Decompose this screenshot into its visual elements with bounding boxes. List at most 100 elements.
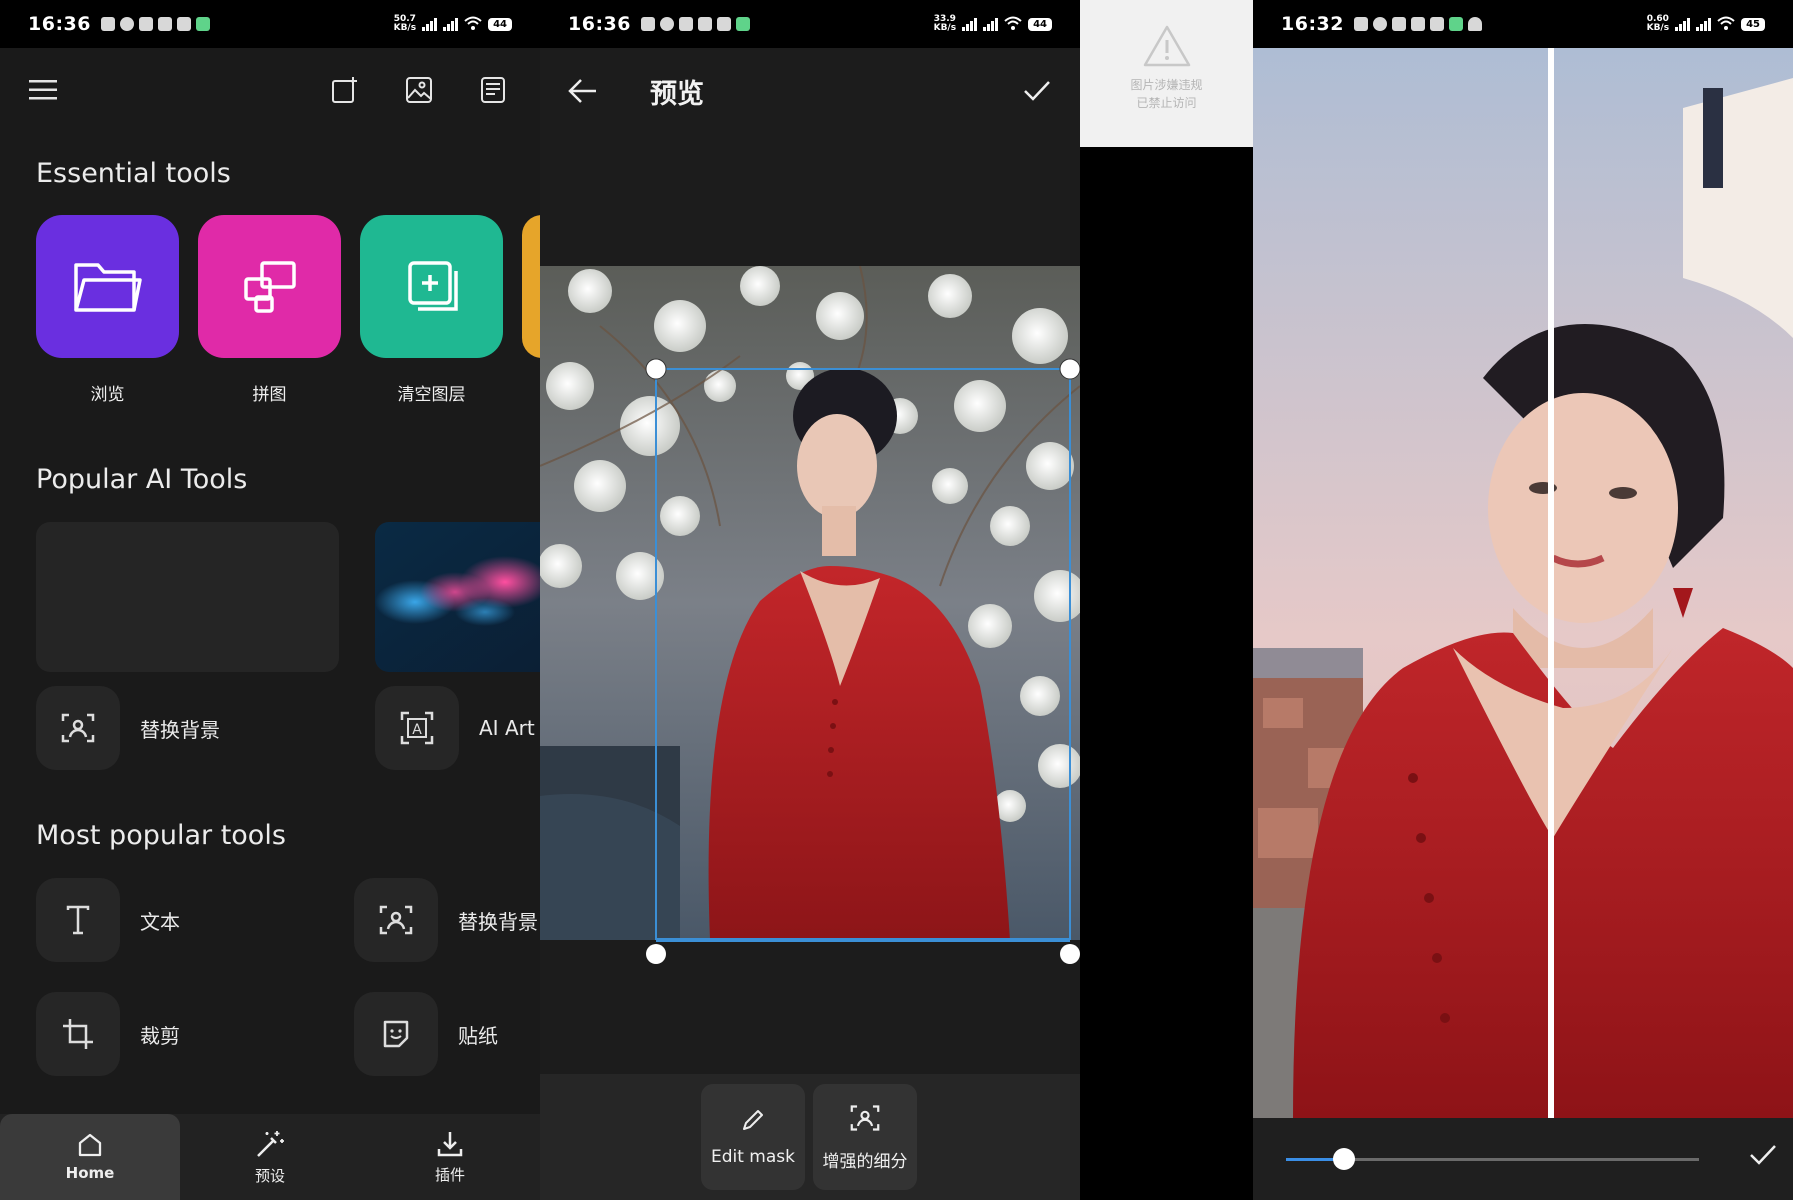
strength-slider-area: [1253, 1118, 1793, 1200]
enhanced-segmentation-button[interactable]: 增强的细分: [813, 1084, 917, 1190]
menu-icon[interactable]: [28, 75, 58, 105]
blocked-notice: 图片涉嫌违规 已禁止访问: [1080, 0, 1253, 147]
download-icon: [437, 1131, 463, 1156]
preview-toolbar: 预览: [540, 48, 1080, 134]
compare-image[interactable]: [1253, 48, 1793, 1118]
edit-mask-button[interactable]: Edit mask: [701, 1084, 805, 1190]
tile-label: 拼图: [252, 385, 287, 405]
button-label: Edit mask: [710, 1147, 795, 1167]
nav-presets[interactable]: 预设: [180, 1114, 360, 1200]
confirm-check-icon[interactable]: [1022, 76, 1052, 106]
pill-label: 替换背景: [458, 909, 538, 934]
ai-art-icon[interactable]: A: [375, 686, 459, 770]
tool-partial[interactable]: [522, 215, 540, 405]
home-icon: [78, 1133, 102, 1157]
nav-home[interactable]: Home: [0, 1114, 180, 1200]
tool-clear-layers[interactable]: 清空图层: [360, 215, 503, 405]
pill-label: 替换背景: [140, 717, 220, 742]
bottom-nav: Home 预设 插件: [0, 1114, 540, 1200]
new-canvas-icon[interactable]: [330, 75, 360, 105]
status-time: 16:36: [568, 13, 631, 35]
preview-image[interactable]: [540, 266, 1080, 940]
tool-browse[interactable]: 浏览: [36, 215, 179, 405]
notification-icons: [1353, 17, 1482, 31]
pill-label: 文本: [140, 909, 180, 934]
signal-icon: [443, 17, 459, 31]
nav-label: 预设: [254, 1166, 285, 1185]
svg-text:A: A: [412, 722, 422, 738]
popular-ai-title: Popular AI Tools: [36, 464, 248, 495]
notice-line: 已禁止访问: [1136, 96, 1197, 110]
signal-icon: [962, 17, 978, 31]
tool-collage[interactable]: 拼图: [198, 215, 341, 405]
popular-ai-ai-art[interactable]: A AI Art: [375, 686, 535, 770]
collage-icon[interactable]: [198, 215, 341, 358]
wifi-icon: [1004, 15, 1022, 34]
status-bar: 16:36 50.7 KB/s 44: [0, 0, 540, 48]
add-layer-icon[interactable]: [360, 215, 503, 358]
status-bar: 16:32 0.60 KB/s 45: [1253, 0, 1793, 48]
resize-handle[interactable]: [1060, 944, 1080, 964]
ai-art-thumbnail[interactable]: [375, 522, 540, 672]
status-time: 16:36: [28, 13, 91, 35]
tool-text[interactable]: 文本: [36, 878, 180, 962]
sticker-icon[interactable]: [354, 992, 438, 1076]
network-speed: 33.9 KB/s: [933, 14, 957, 33]
image-icon[interactable]: [404, 75, 434, 105]
battery-icon: 44: [488, 17, 512, 31]
battery-icon: 44: [1028, 17, 1052, 31]
person-focus-icon: [850, 1104, 880, 1131]
replace-background-icon[interactable]: [36, 686, 120, 770]
nav-label: Home: [65, 1164, 115, 1182]
slider-knob[interactable]: [1332, 1148, 1355, 1170]
compare-screen: 16:32 0.60 KB/s 45: [1253, 0, 1793, 1200]
pill-label: 裁剪: [140, 1023, 180, 1048]
signal-icon: [1696, 17, 1712, 31]
network-speed: 50.7 KB/s: [393, 14, 417, 33]
essential-tools-row: 浏览 拼图 清空图层: [36, 215, 540, 405]
tool-crop[interactable]: 裁剪: [36, 992, 180, 1076]
preview-bottom-bar: Edit mask 增强的细分: [540, 1074, 1080, 1200]
crop-icon[interactable]: [36, 992, 120, 1076]
pill-label: 贴纸: [458, 1023, 498, 1048]
tile-label: 清空图层: [397, 385, 466, 405]
most-popular-title: Most popular tools: [36, 820, 286, 851]
folder-icon[interactable]: [36, 215, 179, 358]
tool-sticker[interactable]: 贴纸: [354, 992, 498, 1076]
notification-icons: [640, 17, 750, 31]
compare-divider: [1548, 48, 1554, 1118]
signal-icon: [983, 17, 999, 31]
top-toolbar: [0, 48, 540, 132]
tile-label: 浏览: [90, 385, 125, 405]
replace-background-icon[interactable]: [354, 878, 438, 962]
notice-line: 图片涉嫌违规: [1130, 78, 1203, 92]
warning-icon: [1143, 25, 1190, 67]
pill-label: AI Art: [479, 716, 535, 740]
wifi-icon: [464, 15, 482, 34]
nav-plugins[interactable]: 插件: [360, 1114, 540, 1200]
home-screen: 16:36 50.7 KB/s 44 Essential tools 浏览 拼图…: [0, 0, 540, 1200]
back-arrow-icon[interactable]: [568, 76, 598, 106]
preview-screen: 16:36 33.9 KB/s 44 预览 Edit mask 增强的细分: [540, 0, 1080, 1200]
popular-ai-replace-background[interactable]: 替换背景: [36, 686, 220, 770]
page-title: 预览: [650, 78, 704, 110]
tool-replace-background[interactable]: 替换背景: [354, 878, 538, 962]
nav-label: 插件: [434, 1165, 465, 1184]
notification-icons: [100, 17, 210, 31]
text-icon[interactable]: [36, 878, 120, 962]
blocked-image-panel: 图片涉嫌违规 已禁止访问: [1080, 0, 1253, 1200]
template-icon[interactable]: [478, 75, 508, 105]
signal-icon: [422, 17, 438, 31]
battery-icon: 45: [1741, 17, 1765, 31]
wifi-icon: [1717, 15, 1735, 34]
tool-icon[interactable]: [522, 215, 540, 358]
button-label: 增强的细分: [822, 1151, 908, 1172]
signal-icon: [1675, 17, 1691, 31]
rotate-handle[interactable]: [646, 944, 666, 964]
confirm-check-icon[interactable]: [1749, 1144, 1777, 1170]
status-time: 16:32: [1281, 13, 1344, 35]
status-bar: 16:36 33.9 KB/s 44: [540, 0, 1080, 48]
pencil-icon: [743, 1110, 763, 1130]
ai-card-placeholder[interactable]: [36, 522, 339, 672]
selection-edge: [656, 940, 1070, 942]
